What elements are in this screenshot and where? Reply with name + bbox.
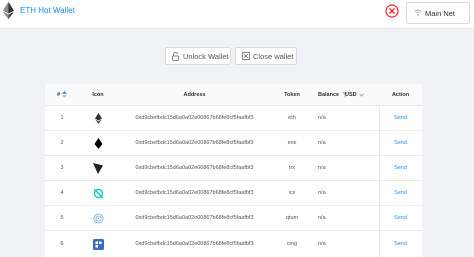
wallet-address: 0xd9cbefbdc15d6a0a02e00867b68fe8cf5faafb… [135, 140, 254, 146]
token-balance: n/a [318, 241, 326, 247]
table-row: 1 0xd9cbefbdc15d6a0a02e00867b68fe8cf5faa… [45, 106, 422, 131]
column-header-number[interactable]: # [45, 84, 79, 105]
close-wallet-button[interactable]: Close wallet [235, 47, 297, 65]
column-header-usd[interactable]: USD [339, 84, 379, 105]
row-number: 6 [60, 241, 64, 247]
table-row: 6 0xd9cbefbdc15d6a0a02e00867b68fe8cf5faa… [45, 231, 422, 257]
token-balance: n/a [318, 215, 326, 221]
trx-token-icon [93, 162, 103, 174]
unlock-wallet-button[interactable]: Unlock Wallet [165, 47, 231, 65]
table-row: 2 0xd9cbefbdc15d6a0a02e00867b68fe8cf5faa… [45, 131, 422, 156]
send-link[interactable]: Send [379, 156, 422, 180]
token-symbol: cmg [286, 241, 298, 247]
table-row: 5 0xd9cbefbdc15d6a0a02e00867b68fe8cf5faa… [45, 206, 422, 231]
row-number: 5 [60, 215, 64, 221]
app-title: ETH Hot Wallet [20, 6, 75, 15]
wallet-address: 0xd9cbefbdc15d6a0a02e00867b68fe8cf5faafb… [135, 215, 254, 221]
column-header-action: Action [391, 91, 410, 98]
token-balance: n/a [318, 190, 326, 196]
row-number: 3 [60, 165, 64, 171]
unlock-icon [172, 52, 179, 61]
ethereum-logo-icon [3, 2, 14, 19]
wallet-address: 0xd9cbefbdc15d6a0a02e00867b68fe8cf5faafb… [135, 165, 254, 171]
row-number: 4 [60, 190, 64, 196]
token-symbol: icx [288, 190, 296, 196]
eth-token-icon [94, 112, 102, 124]
send-link[interactable]: Send [379, 106, 422, 130]
network-select[interactable]: Main Net [406, 2, 470, 24]
token-balance: n/a [318, 165, 326, 171]
table-row: 3 0xd9cbefbdc15d6a0a02e00867b68fe8cf5faa… [45, 156, 422, 181]
wallet-address: 0xd9cbefbdc15d6a0a02e00867b68fe8cf5faafb… [135, 190, 254, 196]
table-header-row: # Icon Address Token Balance USD Action [45, 84, 422, 106]
token-symbol: eth [288, 115, 296, 121]
app-header: ETH Hot Wallet Main Net [0, 0, 474, 29]
send-link[interactable]: Send [379, 181, 422, 205]
close-wallet-icon[interactable] [385, 4, 399, 18]
column-header-token: Token [284, 91, 300, 98]
icx-token-icon [93, 188, 103, 198]
row-number: 2 [60, 140, 64, 146]
table-row: 4 0xd9cbefbdc15d6a0a02e00867b68fe8cf5faa… [45, 181, 422, 206]
qtum-token-icon [92, 212, 104, 224]
token-balance: n/a [318, 140, 326, 146]
chevron-down-icon[interactable] [358, 93, 364, 97]
wifi-icon [414, 9, 422, 16]
network-select-value: Main Net [425, 9, 456, 18]
sort-icon[interactable] [62, 91, 68, 98]
token-symbol: qtum [285, 215, 299, 221]
send-link[interactable]: Send [379, 206, 422, 230]
token-symbol: trx [288, 165, 296, 171]
token-table: # Icon Address Token Balance USD Action … [45, 84, 422, 257]
close-wallet-label: Close wallet [253, 52, 294, 61]
cmg-token-icon [92, 238, 104, 250]
eos-token-icon [94, 137, 102, 149]
close-square-icon [242, 52, 250, 60]
unlock-wallet-label: Unlock Wallet [183, 52, 229, 61]
row-number: 1 [60, 115, 64, 121]
wallet-address: 0xd9cbefbdc15d6a0a02e00867b68fe8cf5faafb… [135, 241, 254, 247]
send-link[interactable]: Send [379, 231, 422, 257]
token-symbol: eos [287, 140, 297, 146]
column-header-icon: Icon [92, 91, 104, 98]
wallet-address: 0xd9cbefbdc15d6a0a02e00867b68fe8cf5faafb… [135, 115, 254, 121]
column-header-address: Address [183, 91, 206, 98]
send-link[interactable]: Send [379, 131, 422, 155]
token-balance: n/a [318, 115, 326, 121]
